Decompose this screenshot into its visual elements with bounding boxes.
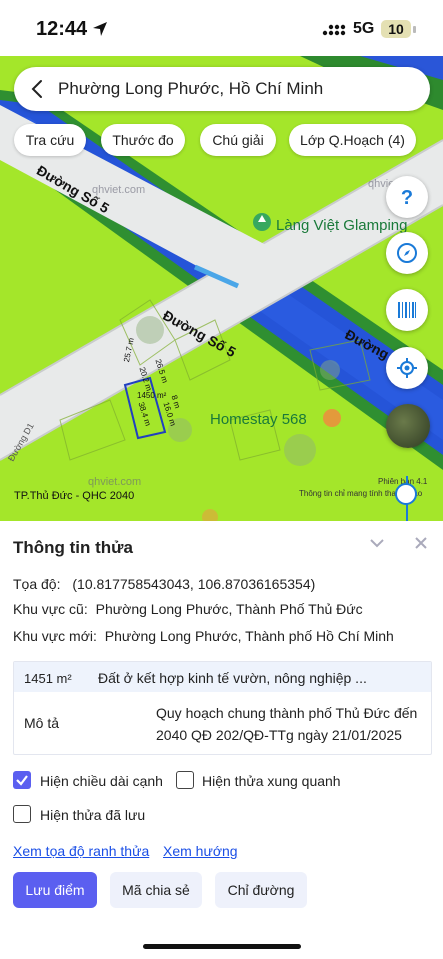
home-indicator[interactable] (143, 944, 301, 949)
location-arrow-icon (93, 22, 107, 36)
chip-chu-giai[interactable]: Chú giải (200, 124, 276, 156)
back-arrow-icon[interactable] (30, 79, 44, 99)
show-saved-label[interactable]: Hiện thửa đã lưu (40, 807, 145, 823)
description-line-2: 2040 QĐ 202/QĐ-TTg ngày 21/01/2025 (156, 727, 402, 743)
coordinate-label: Tọa độ: (13, 576, 61, 592)
poi-label-glamping[interactable]: Làng Việt Glamping (276, 217, 407, 234)
description-line-1: Quy hoạch chung thành phố Thủ Đức đến (156, 705, 418, 721)
battery-tip (413, 26, 416, 33)
crosshair-icon (397, 358, 417, 378)
show-saved-checkbox[interactable] (13, 805, 31, 823)
close-icon[interactable] (414, 536, 428, 550)
new-area-value: Phường Long Phước, Thành phố Hồ Chí Minh (104, 628, 394, 644)
checkmark-icon (16, 775, 28, 786)
panel-title: Thông tin thửa (13, 538, 133, 557)
new-area-label: Khu vực mới: (13, 628, 97, 644)
show-edges-label[interactable]: Hiện chiều dài cạnh (40, 773, 163, 789)
show-neighbors-label[interactable]: Hiện thửa xung quanh (202, 773, 341, 789)
coordinate-value: (10.817758543043, 106.87036165354) (72, 576, 316, 592)
signal-icon (322, 24, 346, 36)
network-type: 5G (353, 20, 375, 37)
new-area-row: Khu vực mới: Phường Long Phước, Thành ph… (13, 628, 394, 644)
barcode-icon (398, 302, 416, 318)
slider-handle[interactable] (395, 483, 417, 505)
help-icon: ? (401, 187, 413, 209)
svg-text:?: ? (401, 187, 413, 209)
my-location-button[interactable] (386, 347, 428, 389)
land-info-table: 1451 m² Đất ở kết hợp kinh tế vườn, nông… (13, 661, 432, 755)
satellite-toggle-button[interactable] (386, 404, 430, 448)
help-button[interactable]: ? (386, 176, 428, 218)
show-edges-checkbox[interactable] (13, 771, 31, 789)
plan-layer-label: TP.Thủ Đức - QHC 2040 (14, 490, 135, 502)
land-type-value: Đất ở kết hợp kinh tế vườn, nông nghiệp … (98, 670, 367, 686)
search-bar[interactable]: Phường Long Phước, Hồ Chí Minh (14, 67, 430, 111)
chevron-down-icon[interactable] (369, 537, 385, 549)
chip-tra-cuu[interactable]: Tra cứu (14, 124, 86, 156)
directions-button[interactable]: Chỉ đường (215, 872, 307, 908)
save-point-button[interactable]: Lưu điểm (13, 872, 97, 908)
compass-icon (397, 243, 417, 263)
battery-icon: 10 (381, 20, 411, 38)
old-area-row: Khu vực cũ: Phường Long Phước, Thành Phố… (13, 601, 363, 617)
chip-thuoc-do[interactable]: Thước đo (101, 124, 185, 156)
watermark-1: qhviet.com (92, 184, 146, 196)
description-label: Mô tả (24, 715, 60, 731)
coordinate-row: Tọa độ: (10.817758543043, 106.8703616535… (13, 576, 315, 592)
status-time: 12:44 (36, 18, 88, 40)
share-code-button[interactable]: Mã chia sẻ (110, 872, 202, 908)
area-value: 1451 m² (24, 671, 72, 686)
chip-lop-quy-hoach[interactable]: Lớp Q.Hoạch (4) (289, 124, 416, 156)
plot-area-label: 1450 m² (137, 391, 167, 400)
compass-button[interactable] (386, 232, 428, 274)
watermark-2: qhviet.com (88, 476, 142, 488)
old-area-value: Phường Long Phước, Thành Phố Thủ Đức (95, 601, 363, 617)
status-bar: 12:44 5G 10 (0, 0, 443, 56)
location-title[interactable]: Phường Long Phước, Hồ Chí Minh (58, 79, 323, 99)
show-neighbors-checkbox[interactable] (176, 771, 194, 789)
old-area-label: Khu vực cũ: (13, 601, 88, 617)
view-direction-link[interactable]: Xem hướng (163, 843, 238, 859)
poi-label-homestay[interactable]: Homestay 568 (210, 411, 307, 428)
barcode-button[interactable] (386, 289, 428, 331)
view-boundary-coords-link[interactable]: Xem tọa độ ranh thửa (13, 843, 149, 859)
